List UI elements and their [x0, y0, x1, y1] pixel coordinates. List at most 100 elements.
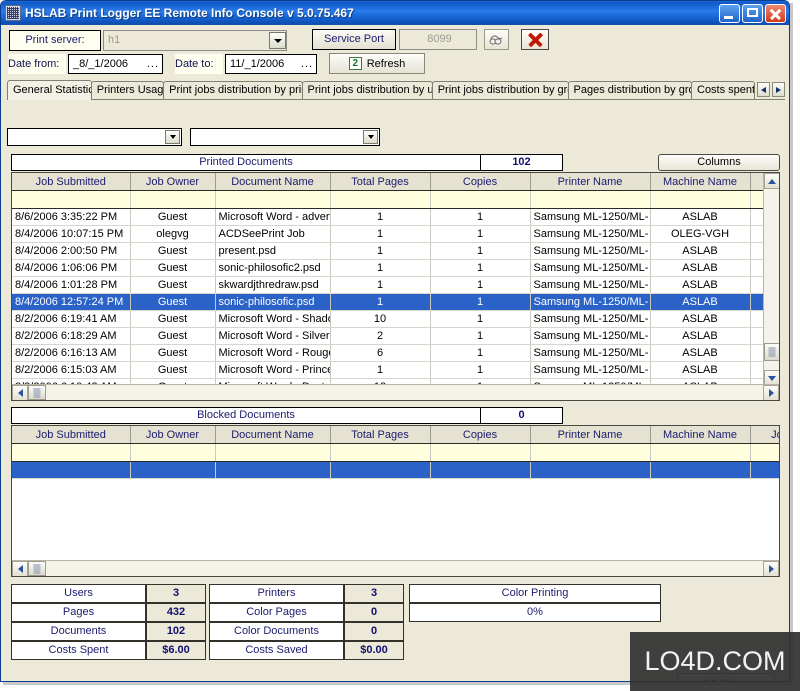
tab-pages-by-group[interactable]: Pages distribution by group: [567, 81, 692, 99]
tab-print-jobs-by-group[interactable]: Print jobs distribution by group: [431, 81, 569, 99]
printed-grid-vertical-scrollbar[interactable]: [763, 173, 779, 386]
stat-color-printing-label: Color Printing: [409, 584, 661, 603]
scroll-right-button[interactable]: [763, 385, 779, 400]
table-row[interactable]: 8/2/2006 6:16:13 AM Guest Microsoft Word…: [12, 344, 763, 362]
scroll-up-button[interactable]: [764, 173, 779, 189]
filter-cell[interactable]: [330, 443, 431, 462]
filter-cell[interactable]: [430, 190, 531, 209]
filter-cell[interactable]: [650, 443, 751, 462]
table-row[interactable]: 8/4/2006 10:07:15 PM olegvg ACDSeePrint …: [12, 225, 763, 243]
col-copies[interactable]: Copies: [430, 426, 531, 444]
horizontal-scroll-thumb[interactable]: [28, 561, 46, 576]
vertical-scroll-thumb[interactable]: [764, 343, 779, 361]
close-window-button[interactable]: [765, 3, 786, 23]
col-machine-name[interactable]: Machine Name: [650, 426, 751, 444]
filter-cell[interactable]: [12, 443, 131, 462]
filter-cell[interactable]: [530, 190, 651, 209]
filter-cell[interactable]: [215, 443, 331, 462]
cell-job-submitted: 8/4/2006 2:00:50 PM: [12, 242, 131, 260]
date-from-input[interactable]: _8/_1/2006 ...: [68, 54, 163, 74]
filter-cell[interactable]: [330, 190, 431, 209]
scroll-right-button[interactable]: [763, 561, 779, 576]
refresh-button[interactable]: 2 Refresh: [329, 53, 425, 74]
col-extra[interactable]: [750, 173, 763, 191]
screenshot-root: HSLAB Print Logger EE Remote Info Consol…: [0, 0, 800, 691]
filter-cell[interactable]: [215, 190, 331, 209]
cell-machine-name: ASLAB: [650, 259, 751, 277]
service-port-input[interactable]: 8099: [399, 29, 477, 50]
date-from-picker-dots[interactable]: ...: [147, 55, 159, 73]
blocked-grid-horizontal-scrollbar[interactable]: [12, 560, 779, 576]
cell-machine-name: ASLAB: [650, 208, 751, 226]
printed-grid-horizontal-scrollbar[interactable]: [12, 384, 779, 400]
stat-color-documents-value: 0: [344, 622, 404, 641]
table-row[interactable]: 8/4/2006 1:06:06 PM Guest sonic-philosof…: [12, 259, 763, 277]
tab-label: Print jobs distribution by group: [437, 84, 568, 96]
table-row[interactable]: 8/2/2006 6:19:41 AM Guest Microsoft Word…: [12, 310, 763, 328]
filter-combo-1[interactable]: [7, 128, 182, 146]
col-total-pages[interactable]: Total Pages: [330, 173, 431, 191]
blocked-documents-table: Job Submitted Job Owner Document Name To…: [12, 426, 779, 479]
arrow-left-icon[interactable]: [757, 82, 770, 97]
chevron-down-icon[interactable]: [165, 130, 180, 144]
columns-button[interactable]: Columns: [658, 154, 780, 171]
table-row-selected[interactable]: 8/4/2006 12:57:24 PM Guest sonic-philoso…: [12, 293, 763, 311]
blocked-table-filter-row[interactable]: [12, 443, 779, 462]
tab-print-jobs-by-user[interactable]: Print jobs distribution by user: [301, 81, 433, 99]
table-row[interactable]: 8/6/2006 3:35:22 PM Guest Microsoft Word…: [12, 208, 763, 226]
service-port-button[interactable]: Service Port: [312, 29, 396, 50]
table-row[interactable]: 8/4/2006 1:01:28 PM Guest skwardjthredra…: [12, 276, 763, 294]
table-row-selected[interactable]: [12, 461, 779, 479]
stat-color-pages-value: 0: [344, 603, 404, 622]
table-row[interactable]: 8/4/2006 2:00:50 PM Guest present.psd 1 …: [12, 242, 763, 260]
col-job-submitted[interactable]: Job Submitted: [12, 173, 131, 191]
col-printer-name[interactable]: Printer Name: [530, 426, 651, 444]
cell-machine-name: ASLAB: [650, 310, 751, 328]
col-copies[interactable]: Copies: [430, 173, 531, 191]
table-row[interactable]: 8/2/2006 6:18:29 AM Guest Microsoft Word…: [12, 327, 763, 345]
filter-cell[interactable]: [750, 443, 779, 462]
col-job-owner[interactable]: Job Owner: [130, 173, 216, 191]
printed-table-filter-row[interactable]: [12, 190, 763, 209]
chevron-down-icon[interactable]: [363, 130, 378, 144]
filter-cell[interactable]: [650, 190, 751, 209]
col-job-extra[interactable]: Job: [750, 426, 779, 444]
blocked-documents-grid[interactable]: Job Submitted Job Owner Document Name To…: [11, 425, 780, 577]
filter-cell[interactable]: [530, 443, 651, 462]
maximize-button[interactable]: [742, 3, 763, 23]
cell-copies: [430, 461, 531, 479]
date-to-input[interactable]: 11/_1/2006 ...: [225, 54, 317, 74]
filter-combo-2[interactable]: [190, 128, 380, 146]
filter-cell[interactable]: [130, 190, 216, 209]
col-job-owner[interactable]: Job Owner: [130, 426, 216, 444]
table-row[interactable]: 8/2/2006 6:15:03 AM Guest Microsoft Word…: [12, 361, 763, 379]
tab-general-statistics[interactable]: General Statistics: [7, 80, 92, 100]
tab-costs-spent[interactable]: Costs spent l: [691, 81, 755, 99]
print-server-input[interactable]: h1: [103, 30, 287, 51]
printed-documents-grid[interactable]: Job Submitted Job Owner Document Name To…: [11, 172, 780, 401]
tab-print-jobs-by-printer[interactable]: Print jobs distribution by printer: [163, 81, 303, 99]
col-document-name[interactable]: Document Name: [215, 173, 331, 191]
blocked-documents-header: Blocked Documents 0: [11, 407, 563, 424]
minimize-button[interactable]: [719, 3, 740, 23]
arrow-right-icon[interactable]: [772, 82, 785, 97]
printed-documents-count: 102: [481, 154, 563, 171]
tab-printers-usage[interactable]: Printers Usage: [90, 81, 165, 99]
cell-document-name: sonic-philosofic.psd: [215, 293, 331, 311]
col-total-pages[interactable]: Total Pages: [330, 426, 431, 444]
filter-cell[interactable]: [130, 443, 216, 462]
filter-cell[interactable]: [12, 190, 131, 209]
scroll-left-button[interactable]: [12, 385, 28, 400]
filter-cell[interactable]: [430, 443, 531, 462]
col-printer-name[interactable]: Printer Name: [530, 173, 651, 191]
col-machine-name[interactable]: Machine Name: [650, 173, 751, 191]
print-server-dropdown-arrow[interactable]: [269, 32, 286, 49]
scroll-left-button[interactable]: [12, 561, 28, 576]
disconnect-button[interactable]: [521, 29, 549, 50]
horizontal-scroll-thumb[interactable]: [28, 385, 46, 400]
col-document-name[interactable]: Document Name: [215, 426, 331, 444]
col-job-submitted[interactable]: Job Submitted: [12, 426, 131, 444]
filter-cell[interactable]: [750, 190, 763, 209]
plug-icon[interactable]: [484, 29, 509, 50]
date-to-picker-dots[interactable]: ...: [301, 55, 313, 73]
